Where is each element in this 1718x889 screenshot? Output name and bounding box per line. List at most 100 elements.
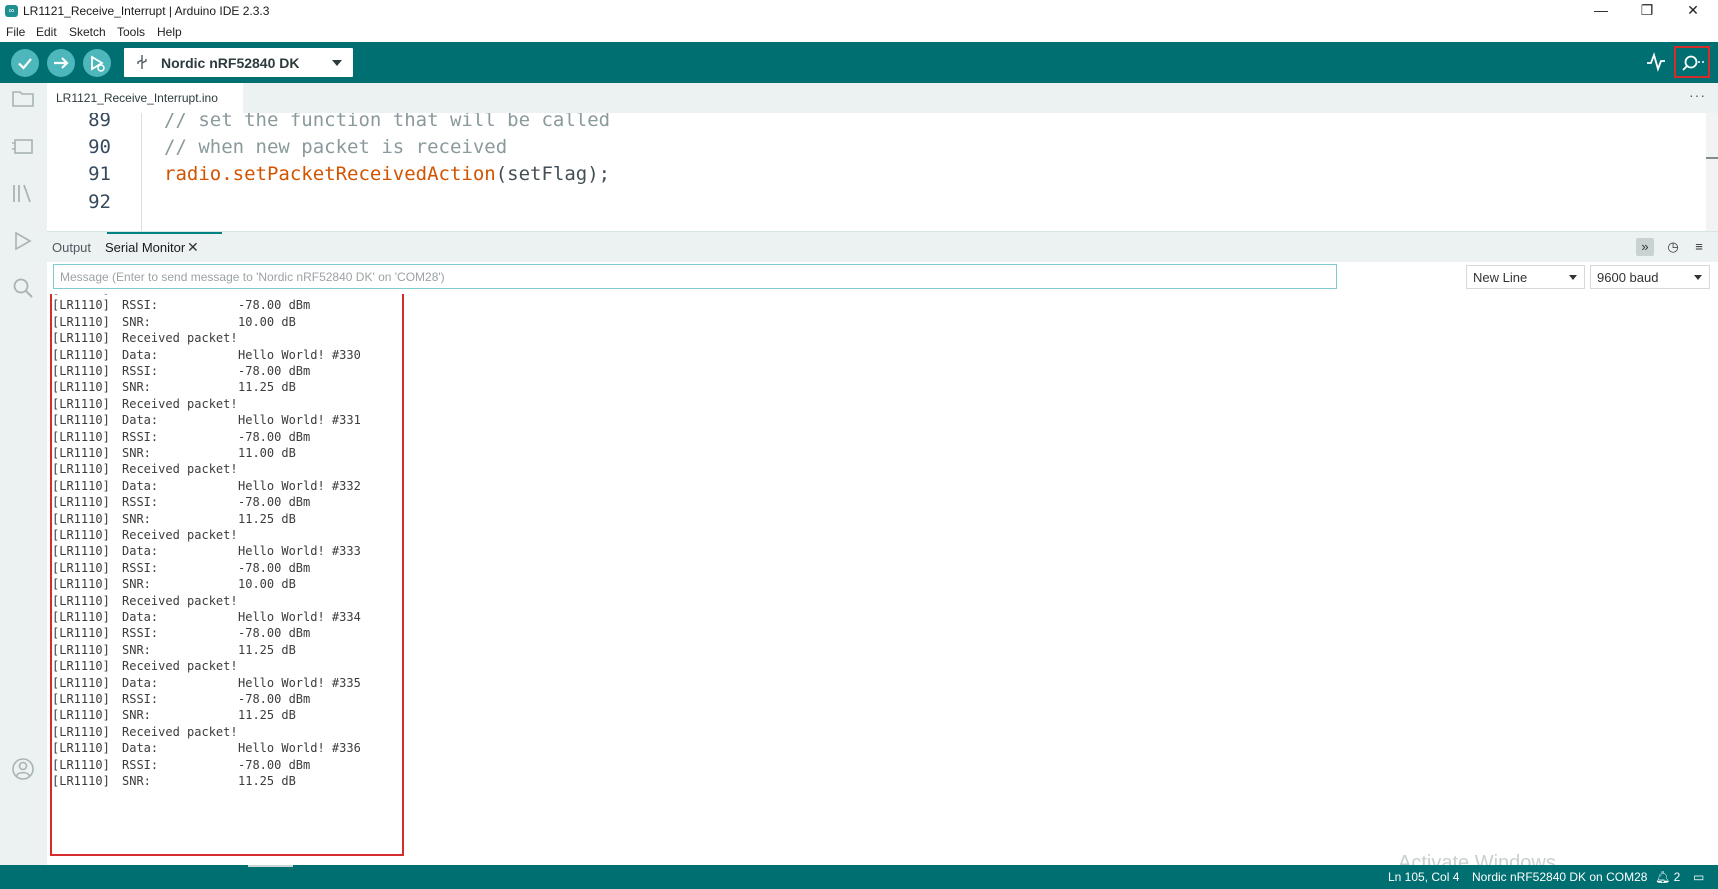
serial-output-line: [LR1110] Received packet! (52, 528, 392, 546)
serial-val: Hello World! #330 (238, 347, 361, 362)
verify-button[interactable] (11, 49, 39, 77)
serial-output-line: [LR1110] Received packet! (52, 397, 392, 415)
notifications-status[interactable]: 🔔︎ 2 (1655, 870, 1680, 884)
menu-edit[interactable]: Edit (36, 25, 57, 39)
serial-tag: [LR1110] (52, 544, 110, 559)
serial-plotter-button[interactable] (1646, 52, 1666, 72)
serial-tag: [LR1110] (52, 446, 110, 460)
serial-tag: [LR1110] (52, 380, 110, 395)
close-tab-icon[interactable]: ✕ (187, 239, 199, 256)
serial-val: 11.25 dB (238, 708, 296, 723)
more-actions-icon[interactable]: ··· (1689, 87, 1706, 103)
serial-key: Received packet! (122, 331, 238, 346)
menu-help[interactable]: Help (157, 25, 182, 39)
serial-tag: [LR1110] (52, 429, 110, 444)
serial-tag: [LR1110] (52, 413, 110, 428)
close-window-button[interactable]: ✕ (1670, 0, 1716, 23)
serial-key: Received packet! (122, 396, 238, 411)
menu-sketch[interactable]: Sketch (69, 25, 106, 39)
serial-tag: [LR1110] (52, 294, 110, 296)
serial-monitor-button[interactable] (1674, 46, 1710, 78)
serial-tag: [LR1110] (52, 741, 110, 756)
serial-key: SNR: (122, 642, 151, 657)
serial-key: Data: (122, 741, 159, 756)
serial-tag: [LR1110] (52, 560, 110, 575)
serial-output-line: [LR1110] SNR: 11.25 dB (52, 380, 392, 398)
autoscroll-icon[interactable]: » (1636, 238, 1654, 256)
code-line: 92 (47, 191, 1707, 221)
editor-scrollbar[interactable] (1706, 113, 1718, 231)
restore-button[interactable]: ❐ (1624, 0, 1670, 23)
serial-val: Hello World! #332 (238, 478, 361, 493)
tab-serial-monitor[interactable]: Serial Monitor (105, 240, 185, 255)
serial-message-input[interactable] (53, 264, 1337, 289)
serial-output-line: [LR1110] RSSI: -78.00 dBm (52, 758, 392, 776)
timestamp-icon[interactable]: ◷ (1664, 238, 1682, 256)
serial-key: Data: (122, 294, 158, 296)
account-icon[interactable] (10, 756, 36, 782)
debug-button[interactable] (83, 49, 111, 77)
serial-val: -78.00 dBm (238, 495, 311, 510)
serial-tag: [LR1110] (52, 396, 110, 411)
board-port-status[interactable]: Nordic nRF52840 DK on COM28 (1472, 870, 1647, 884)
serial-val: -78.00 dBm (238, 298, 311, 313)
serial-output-line: [LR1110] RSSI: -78.00 dBm (52, 298, 392, 316)
upload-button[interactable] (47, 49, 75, 77)
menu-tools[interactable]: Tools (117, 25, 145, 39)
minimize-button[interactable]: — (1578, 0, 1624, 23)
window-title: LR1121_Receive_Interrupt | Arduino IDE 2… (23, 4, 270, 18)
serial-tag: [LR1110] (52, 642, 110, 657)
serial-key: RSSI: (122, 626, 159, 641)
code-args: (setFlag); (495, 163, 611, 185)
serial-output-line: [LR1110] RSSI: -78.00 dBm (52, 692, 392, 710)
board-selector[interactable]: Nordic nRF52840 DK (124, 48, 353, 77)
serial-tag: [LR1110] (52, 626, 110, 641)
arrow-right-icon (54, 57, 69, 69)
serial-key: Data: (122, 347, 159, 362)
baud-rate-select[interactable]: 9600 baud (1590, 265, 1710, 289)
activity-sidebar (0, 83, 47, 865)
library-manager-icon[interactable] (10, 180, 36, 206)
menu-bar: File Edit Sketch Tools Help (0, 23, 1718, 42)
serial-output[interactable]: [LR1110] Data: Hello World! #329 [LR1110] RS… (47, 294, 1699, 865)
serial-tag: [LR1110] (52, 347, 110, 362)
serial-key: RSSI: (122, 495, 159, 510)
clear-output-icon[interactable]: ≡ (1690, 238, 1708, 256)
tab-output[interactable]: Output (52, 240, 91, 255)
serial-key: RSSI: (122, 364, 159, 378)
serial-input-row: New Line 9600 baud (47, 264, 1718, 294)
serial-tag: [LR1110] (52, 478, 110, 493)
serial-val: 11.25 dB (238, 774, 296, 788)
serial-monitor-icon (1682, 55, 1704, 71)
cursor-position[interactable]: Ln 105, Col 4 (1388, 870, 1459, 884)
serial-key: RSSI: (122, 560, 159, 575)
file-tab-label: LR1121_Receive_Interrupt.ino (56, 91, 218, 105)
serial-val: 10.00 dB (238, 577, 296, 592)
chevron-down-icon (1569, 275, 1577, 280)
sketchbook-folder-icon[interactable] (10, 85, 36, 111)
serial-key: SNR: (122, 511, 151, 526)
boards-manager-icon[interactable] (10, 133, 36, 159)
serial-key: Data: (122, 413, 159, 428)
serial-key: Data: (122, 544, 159, 559)
search-icon[interactable] (10, 275, 36, 301)
menu-file[interactable]: File (6, 25, 25, 39)
file-tab[interactable]: LR1121_Receive_Interrupt.ino (47, 83, 243, 113)
serial-key: SNR: (122, 380, 151, 395)
usb-icon (137, 55, 147, 69)
status-divider (248, 865, 293, 867)
title-bar: ∞ LR1121_Receive_Interrupt | Arduino IDE… (0, 0, 1718, 23)
toggle-panel-icon[interactable]: ▭ (1693, 870, 1704, 884)
serial-key: RSSI: (122, 298, 159, 313)
line-ending-select[interactable]: New Line (1466, 265, 1585, 289)
serial-tag: [LR1110] (52, 610, 110, 624)
serial-key: Data: (122, 478, 159, 493)
serial-tag: [LR1110] (52, 593, 110, 608)
code-editor[interactable]: 89 // set the function that will be call… (47, 113, 1718, 231)
serial-key: Data: (122, 610, 159, 624)
chevron-down-icon (1694, 275, 1702, 280)
serial-val: 11.25 dB (238, 642, 296, 657)
debug-sidebar-icon[interactable] (10, 228, 36, 254)
serial-output-line: [LR1110] Data: Hello World! #336 (52, 741, 392, 759)
serial-key: RSSI: (122, 429, 159, 444)
